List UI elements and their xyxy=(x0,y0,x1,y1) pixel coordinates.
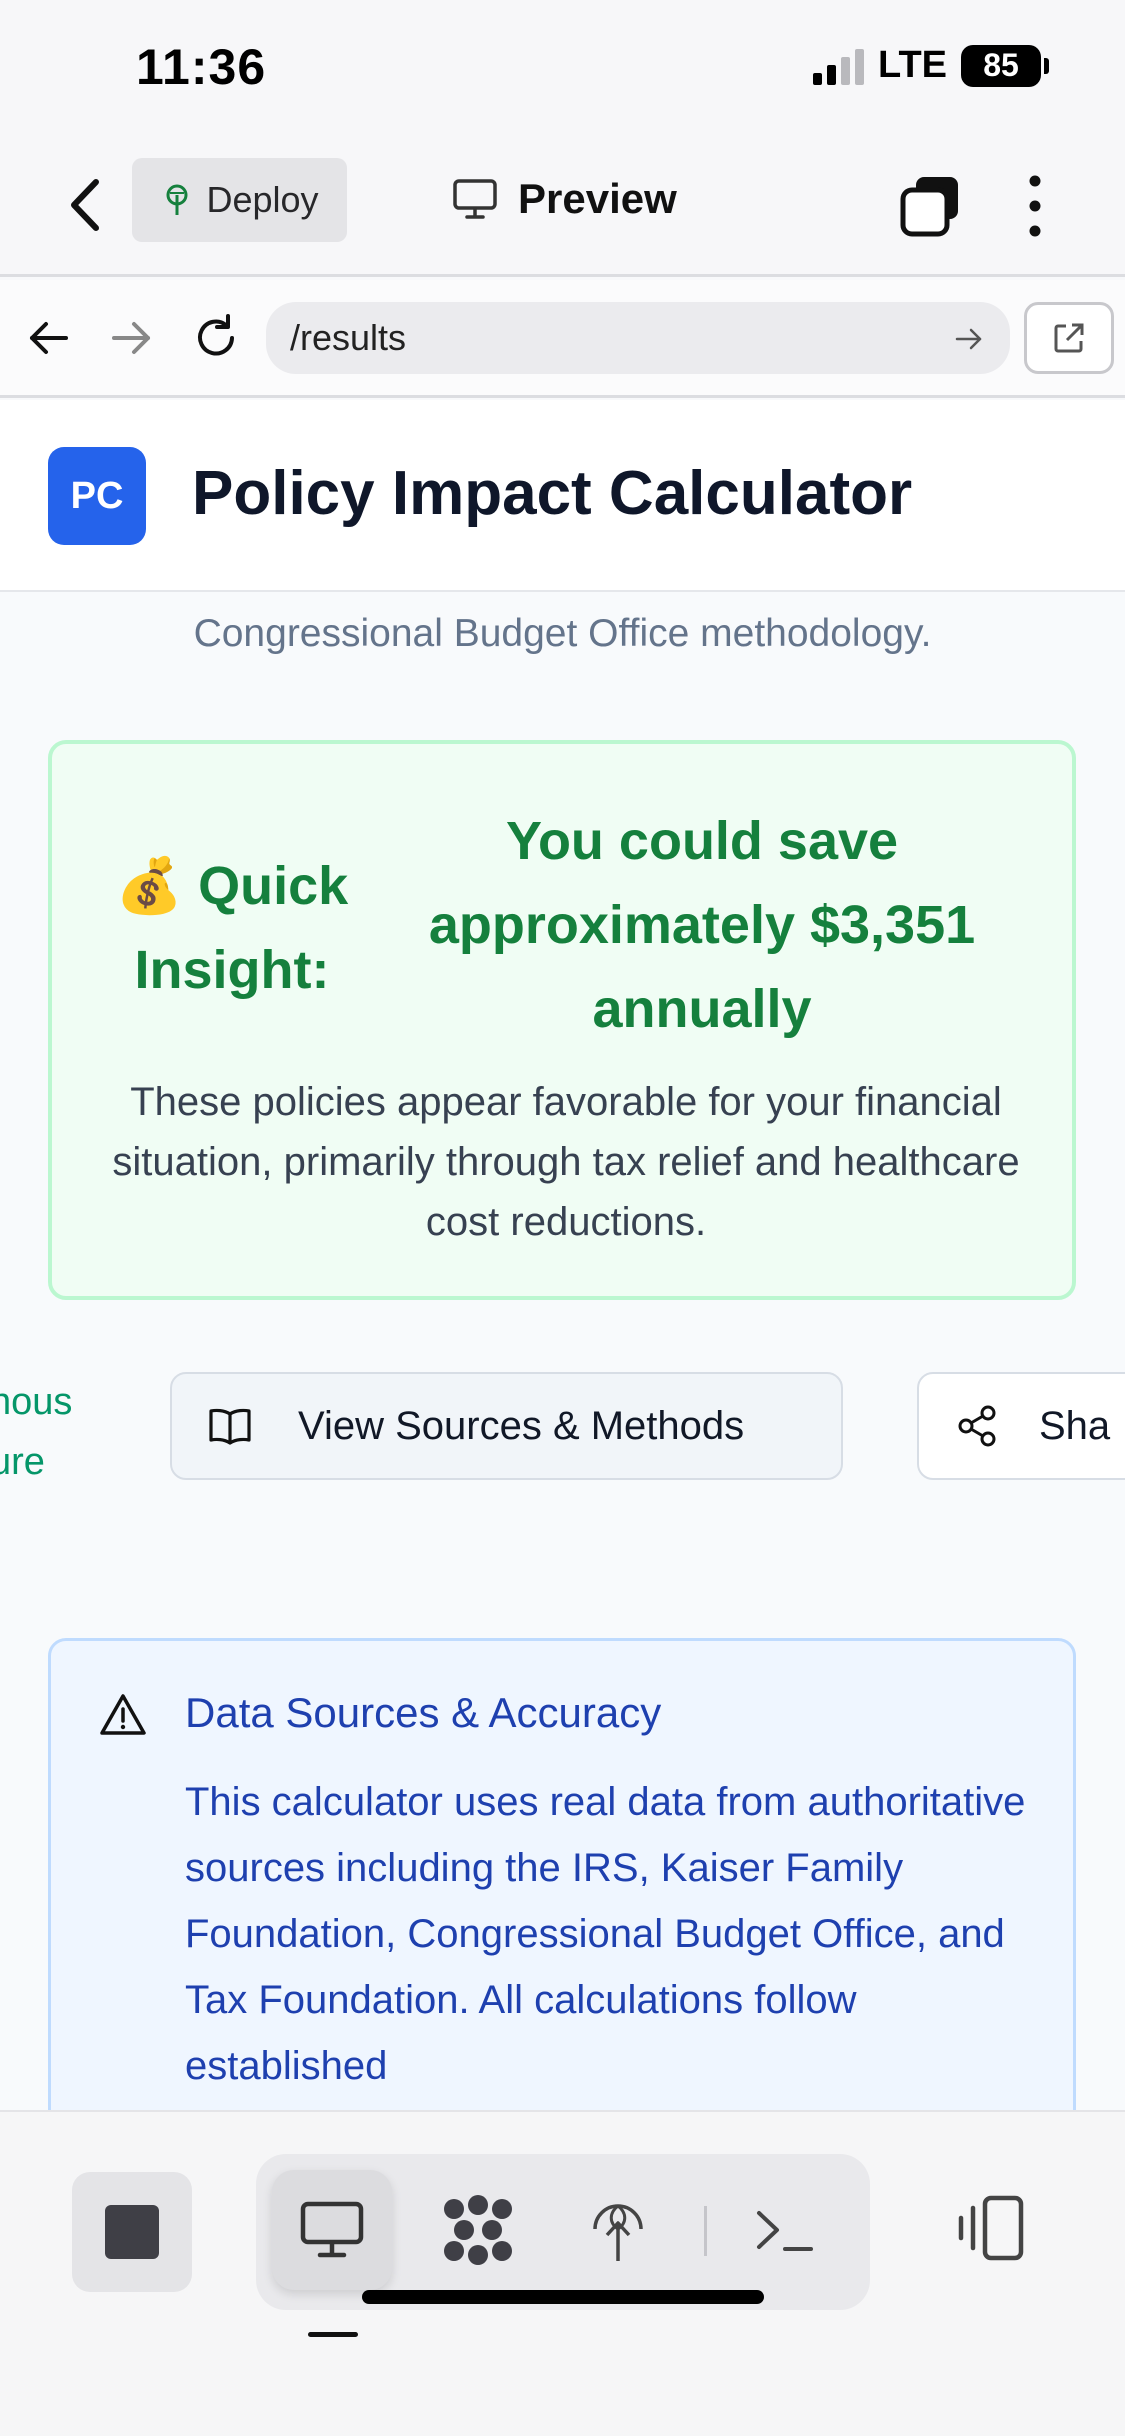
reload-icon[interactable] xyxy=(188,310,244,366)
insight-label: 💰 Quick Insight: xyxy=(115,856,349,1000)
publish-button[interactable] xyxy=(558,2170,678,2290)
share-button[interactable]: Sha xyxy=(917,1372,1125,1480)
preview-tab[interactable]: Preview xyxy=(452,175,677,223)
browser-bar: /results xyxy=(0,280,1125,398)
terminal-button[interactable] xyxy=(724,2170,844,2290)
quick-insight-card: 💰 Quick Insight: You could save approxim… xyxy=(48,740,1076,1300)
tabs-icon[interactable] xyxy=(898,173,964,239)
status-bar: 11:36 LTE 85 xyxy=(0,0,1125,135)
data-sources-title: Data Sources & Accuracy xyxy=(185,1689,662,1736)
status-time: 11:36 xyxy=(136,39,267,95)
main-content: Congressional Budget Office methodology.… xyxy=(0,592,1125,2110)
device-toggle-icon[interactable] xyxy=(955,2192,1027,2264)
insight-description: These policies appear favorable for your… xyxy=(112,1080,1020,1244)
external-link-icon xyxy=(1054,323,1084,353)
apps-button[interactable] xyxy=(418,2170,538,2290)
partial-link-line1: nous xyxy=(0,1381,73,1423)
partial-link-line2: ure xyxy=(0,1441,45,1483)
intro-text: Congressional Budget Office methodology. xyxy=(193,612,932,655)
signal-icon xyxy=(813,47,865,85)
arrow-left-icon[interactable] xyxy=(20,310,76,366)
bottom-toolbar xyxy=(0,2110,1125,2436)
view-sources-label: View Sources & Methods xyxy=(298,1403,745,1448)
open-external-button[interactable] xyxy=(1024,302,1114,374)
terminal-icon xyxy=(757,2211,813,2251)
tool-group xyxy=(256,2154,870,2310)
desktop-view-button[interactable] xyxy=(272,2170,392,2290)
app-header: Deploy Preview xyxy=(0,135,1125,277)
toolbar-divider xyxy=(704,2206,707,2256)
monitor-icon xyxy=(453,179,497,219)
deploy-label: Deploy xyxy=(206,179,319,220)
chevron-left-icon[interactable] xyxy=(62,170,112,240)
preview-label: Preview xyxy=(518,175,677,222)
share-icon xyxy=(958,1405,996,1447)
home-indicator xyxy=(362,2290,764,2304)
stop-button[interactable] xyxy=(72,2172,192,2292)
page-header: PC Policy Impact Calculator xyxy=(0,400,1125,592)
active-tab-indicator xyxy=(308,2332,358,2337)
action-row: nous ure View Sources & Methods Sha xyxy=(0,1372,1125,1492)
go-arrow-icon[interactable] xyxy=(952,322,986,356)
url-input[interactable]: /results xyxy=(266,302,1010,374)
stop-icon xyxy=(105,2205,159,2259)
data-sources-text: This calculator uses real data from auth… xyxy=(185,1780,1026,2088)
deploy-icon xyxy=(166,184,188,215)
deploy-button[interactable]: Deploy xyxy=(132,158,347,242)
network-type: LTE xyxy=(878,44,947,86)
publish-icon xyxy=(593,2204,643,2261)
url-text: /results xyxy=(290,317,407,358)
battery-icon: 85 xyxy=(961,44,1049,87)
warning-icon xyxy=(100,1694,146,1735)
view-sources-button[interactable]: View Sources & Methods xyxy=(170,1372,843,1480)
app-logo[interactable]: PC xyxy=(48,447,146,545)
arrow-right-icon[interactable] xyxy=(104,310,160,366)
share-label: Sha xyxy=(1039,1403,1111,1448)
partial-link[interactable]: nous ure xyxy=(0,1372,72,1492)
desktop-icon xyxy=(300,2201,364,2258)
apps-icon xyxy=(444,2195,512,2265)
data-sources-notice: Data Sources & Accuracy This calculator … xyxy=(48,1638,1076,2110)
insight-value: You could save approximately $3,351 annu… xyxy=(428,811,976,1039)
page-title: Policy Impact Calculator xyxy=(192,459,913,528)
more-vertical-icon[interactable] xyxy=(1020,171,1050,241)
book-open-icon xyxy=(209,1408,251,1445)
